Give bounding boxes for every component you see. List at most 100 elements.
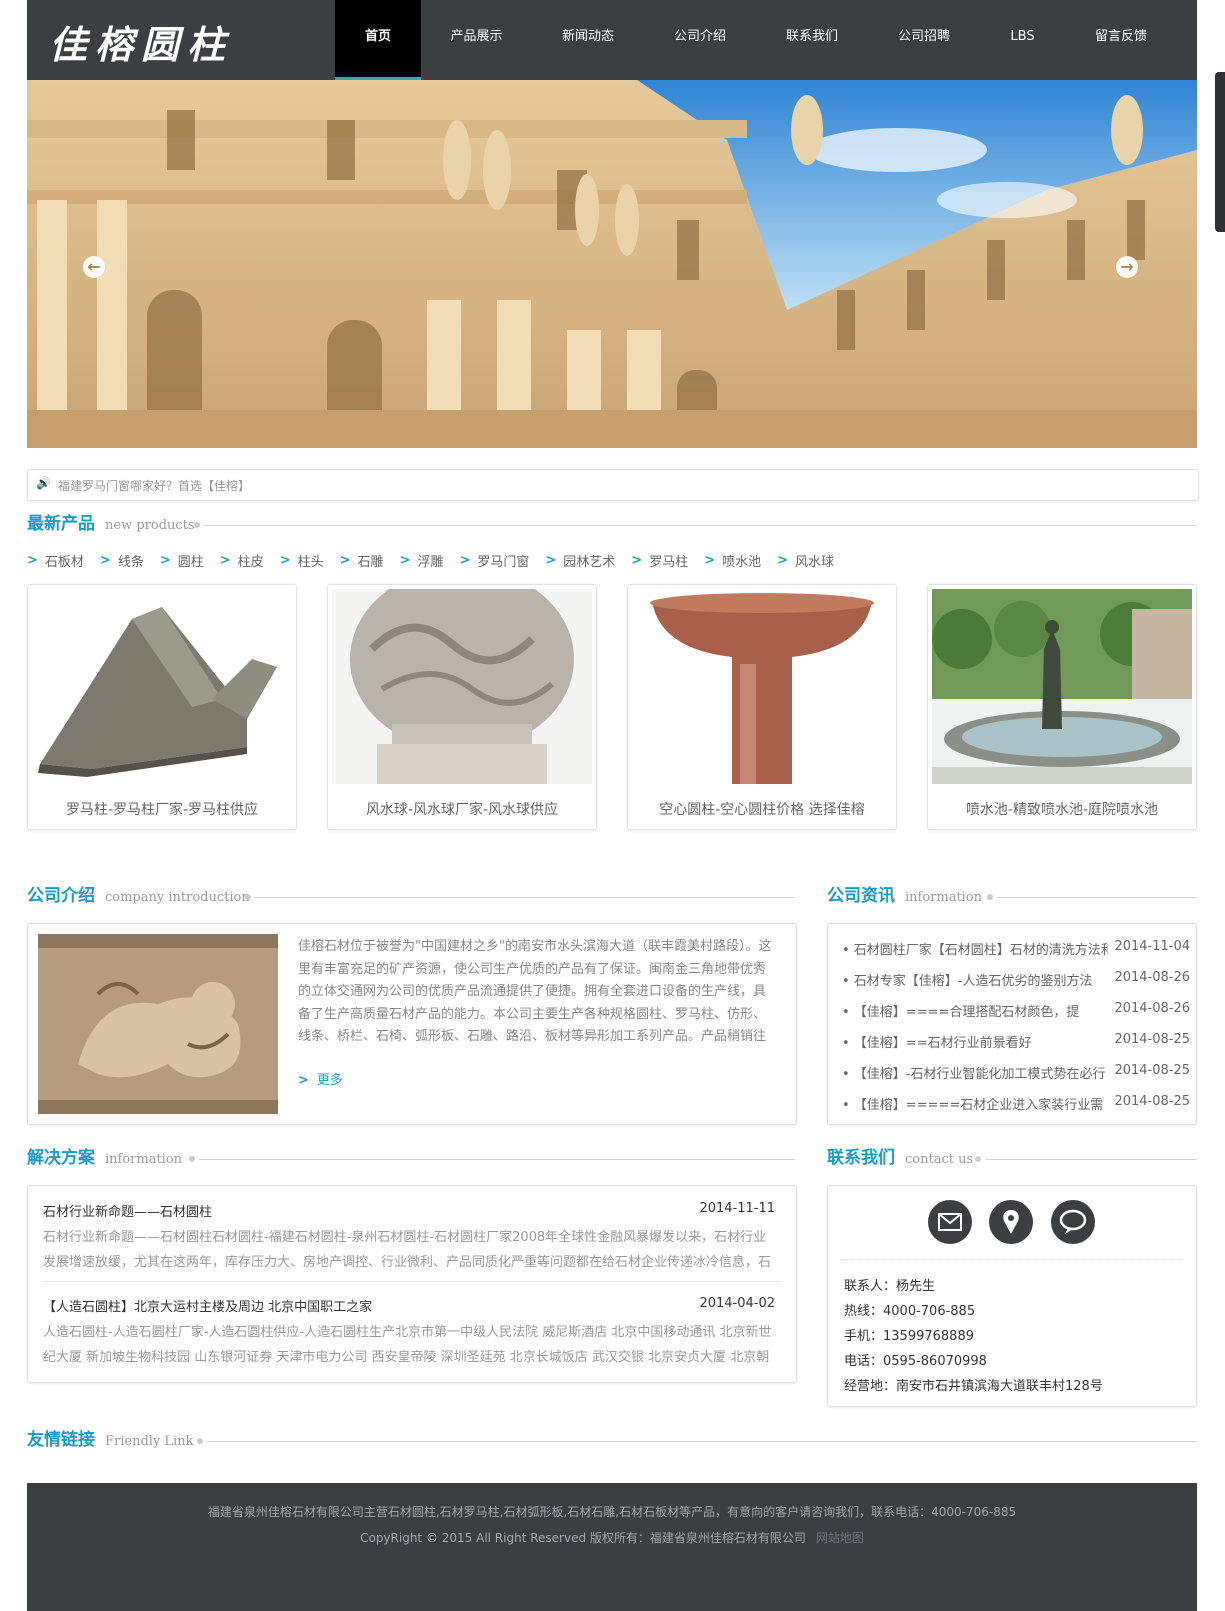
category-link[interactable]: > 罗马柱 — [631, 550, 688, 570]
category-link[interactable]: > 风水球 — [777, 550, 834, 570]
category-link[interactable]: > 圆柱 — [160, 550, 204, 570]
solutions-panel: 石材行业新命题——石材圆柱 2014-11-11 石材行业新命题——石材圆柱石材… — [27, 1185, 797, 1383]
chevron-right-icon: > — [631, 552, 643, 568]
title-divider-dot — [975, 1156, 981, 1162]
product-image[interactable] — [632, 589, 892, 784]
news-item[interactable]: • 【佳榕】==石材行业前景看好 2014-08-25 — [842, 1032, 1190, 1052]
solution-title[interactable]: 石材行业新命题——石材圆柱 — [43, 1201, 212, 1220]
title-divider-line — [997, 897, 1197, 898]
section-title-en: information — [905, 890, 983, 905]
solution-item[interactable]: 石材行业新命题——石材圆柱 2014-11-11 石材行业新命题——石材圆柱石材… — [43, 1201, 775, 1281]
product-card[interactable]: 空心圆柱-空心圆柱价格 选择佳榕 — [627, 584, 897, 830]
news-item[interactable]: • 石材圆柱厂家【石材圆柱】石材的清洗方法和 2014-11-04 — [842, 939, 1190, 959]
news-item[interactable]: • 【佳榕】-石材行业智能化加工模式势在必行 2014-08-25 — [842, 1063, 1190, 1083]
chevron-right-icon: > — [159, 552, 171, 568]
solutions-section-title: 解决方案 information — [27, 1143, 795, 1173]
nav-home[interactable]: 首页 — [335, 0, 421, 80]
chevron-right-icon: > — [27, 552, 38, 568]
nav-feedback[interactable]: 留言反馈 — [1065, 0, 1177, 77]
intro-panel: 佳榕石材位于被誉为"中国建材之乡"的南安市水头滨海大道（联丰霞美村路段）。这里有… — [27, 923, 797, 1125]
title-divider-dot — [194, 522, 200, 528]
chevron-right-icon: > — [298, 1073, 309, 1088]
category-list: > 石板材 > 线条 > 圆柱 > 柱皮 > 柱头 > 石雕 > 浮雕 > 罗马门窗 > 园林艺术… — [27, 550, 1197, 570]
sitemap-link[interactable]: 网站地图 — [816, 1531, 864, 1545]
product-image[interactable] — [932, 589, 1192, 784]
product-caption[interactable]: 罗马柱-罗马柱厂家-罗马柱供应 — [28, 799, 296, 819]
solution-desc: 石材行业新命题——石材圆柱石材圆柱-福建石材圆柱-泉州石材圆柱-石材圆柱厂家20… — [43, 1230, 772, 1270]
contact-mobile: 手机：13599768889 — [844, 1329, 974, 1344]
category-link[interactable]: > 石雕 — [340, 550, 384, 570]
category-link[interactable]: > 浮雕 — [400, 550, 444, 570]
hero-prev-arrow-icon[interactable]: ← — [83, 256, 105, 278]
more-link[interactable]: > 更多 — [298, 1069, 343, 1088]
hero-next-arrow-icon[interactable]: → — [1116, 256, 1138, 278]
nav-lbs[interactable]: LBS — [980, 0, 1065, 77]
title-divider-line — [255, 897, 795, 898]
solution-title[interactable]: 【人造石圆柱】北京大运村主楼及周边 北京中国职工之家 — [43, 1296, 372, 1315]
chevron-right-icon: > — [219, 552, 231, 568]
category-link[interactable]: > 线条 — [100, 550, 144, 570]
title-divider-line — [199, 1159, 795, 1160]
chevron-right-icon: > — [459, 552, 471, 568]
product-image[interactable] — [32, 589, 292, 784]
section-title-cn: 解决方案 — [27, 1148, 95, 1168]
section-title-en: information — [105, 1152, 183, 1167]
products-section-title: 最新产品 new products — [27, 509, 1197, 539]
contact-section-title: 联系我们 contact us — [827, 1143, 1197, 1173]
intro-image[interactable] — [38, 934, 278, 1114]
product-card[interactable]: 罗马柱-罗马柱厂家-罗马柱供应 — [27, 584, 297, 830]
nav-about[interactable]: 公司介绍 — [644, 0, 756, 77]
floating-side-tab[interactable] — [1215, 72, 1225, 232]
nav-jobs[interactable]: 公司招聘 — [868, 0, 980, 77]
category-link[interactable]: > 石板材 — [27, 550, 84, 570]
solution-item[interactable]: 【人造石圆柱】北京大运村主楼及周边 北京中国职工之家 2014-04-02 人造… — [43, 1296, 775, 1376]
category-link[interactable]: > 喷水池 — [704, 550, 761, 570]
product-image[interactable] — [332, 589, 592, 784]
product-caption[interactable]: 风水球-风水球厂家-风水球供应 — [328, 799, 596, 819]
category-link[interactable]: > 园林艺术 — [545, 550, 615, 570]
contact-hotline: 热线：4000-706-885 — [844, 1304, 976, 1319]
chat-bubble-icon[interactable] — [1051, 1200, 1095, 1244]
nav-contact[interactable]: 联系我们 — [756, 0, 868, 77]
title-divider-dot — [987, 894, 993, 900]
mail-icon[interactable] — [928, 1200, 972, 1244]
section-title-en: company introduction — [105, 890, 250, 905]
news-item[interactable]: • 石材专家【佳榕】-人造石优劣的鉴别方法 2014-08-26 — [842, 970, 1190, 990]
nav-products[interactable]: 产品展示 — [421, 0, 532, 77]
category-link[interactable]: > 柱头 — [280, 550, 324, 570]
contact-person: 联系人：杨先生 — [844, 1279, 936, 1294]
intro-text: 佳榕石材位于被誉为"中国建材之乡"的南安市水头滨海大道（联丰霞美村路段）。这里有… — [298, 939, 772, 1044]
solution-desc: 人造石圆柱-人造石圆柱厂家-人造石圆柱供应-人造石圆柱生产北京市第一中级人民法院… — [43, 1325, 772, 1365]
title-divider-line — [204, 525, 1197, 526]
hero-banner: ← → — [27, 80, 1197, 448]
chevron-right-icon: > — [777, 552, 789, 568]
banner-image — [27, 80, 1197, 448]
speaker-icon: 🔊 — [36, 476, 51, 490]
news-panel: • 石材圆柱厂家【石材圆柱】石材的清洗方法和 2014-11-04 • 石材专家【… — [827, 923, 1197, 1125]
chevron-right-icon: > — [704, 552, 716, 568]
site-logo[interactable]: 佳榕圆柱 — [49, 14, 233, 69]
category-link[interactable]: > 罗马门窗 — [459, 550, 529, 570]
news-item[interactable]: • 【佳榕】====合理搭配石材颜色，提 2014-08-26 — [842, 1001, 1190, 1021]
category-link[interactable]: > 柱皮 — [220, 550, 264, 570]
solution-date: 2014-04-02 — [699, 1296, 775, 1311]
title-divider-dot — [245, 894, 251, 900]
section-title-cn: 公司资讯 — [827, 886, 895, 906]
footer-description: 福建省泉州佳榕石材有限公司主营石材圆柱,石材罗马柱,石材弧形板,石材石雕,石材石… — [207, 1505, 1017, 1519]
nav-news[interactable]: 新闻动态 — [532, 0, 644, 77]
product-card[interactable]: 风水球-风水球厂家-风水球供应 — [327, 584, 597, 830]
section-title-cn: 联系我们 — [827, 1148, 895, 1168]
product-caption[interactable]: 空心圆柱-空心圆柱价格 选择佳榕 — [628, 799, 896, 819]
info-section-title: 公司资讯 information — [827, 881, 1197, 911]
chevron-right-icon: > — [99, 552, 111, 568]
notice-text[interactable]: 福建罗马门窗哪家好？首选【佳榕】 — [58, 477, 250, 494]
location-pin-icon[interactable] — [989, 1200, 1033, 1244]
section-title-en: Friendly Link — [105, 1434, 194, 1449]
section-title-cn: 友情链接 — [27, 1430, 95, 1450]
contact-phone: 电话：0595-86070998 — [844, 1354, 987, 1369]
news-item[interactable]: • 【佳榕】=====石材企业进入家装行业需 2014-08-25 — [842, 1094, 1190, 1114]
product-card[interactable]: 喷水池-精致喷水池-庭院喷水池 — [927, 584, 1197, 830]
title-divider-dot — [197, 1438, 203, 1444]
chevron-right-icon: > — [545, 552, 557, 568]
product-caption[interactable]: 喷水池-精致喷水池-庭院喷水池 — [928, 799, 1196, 819]
